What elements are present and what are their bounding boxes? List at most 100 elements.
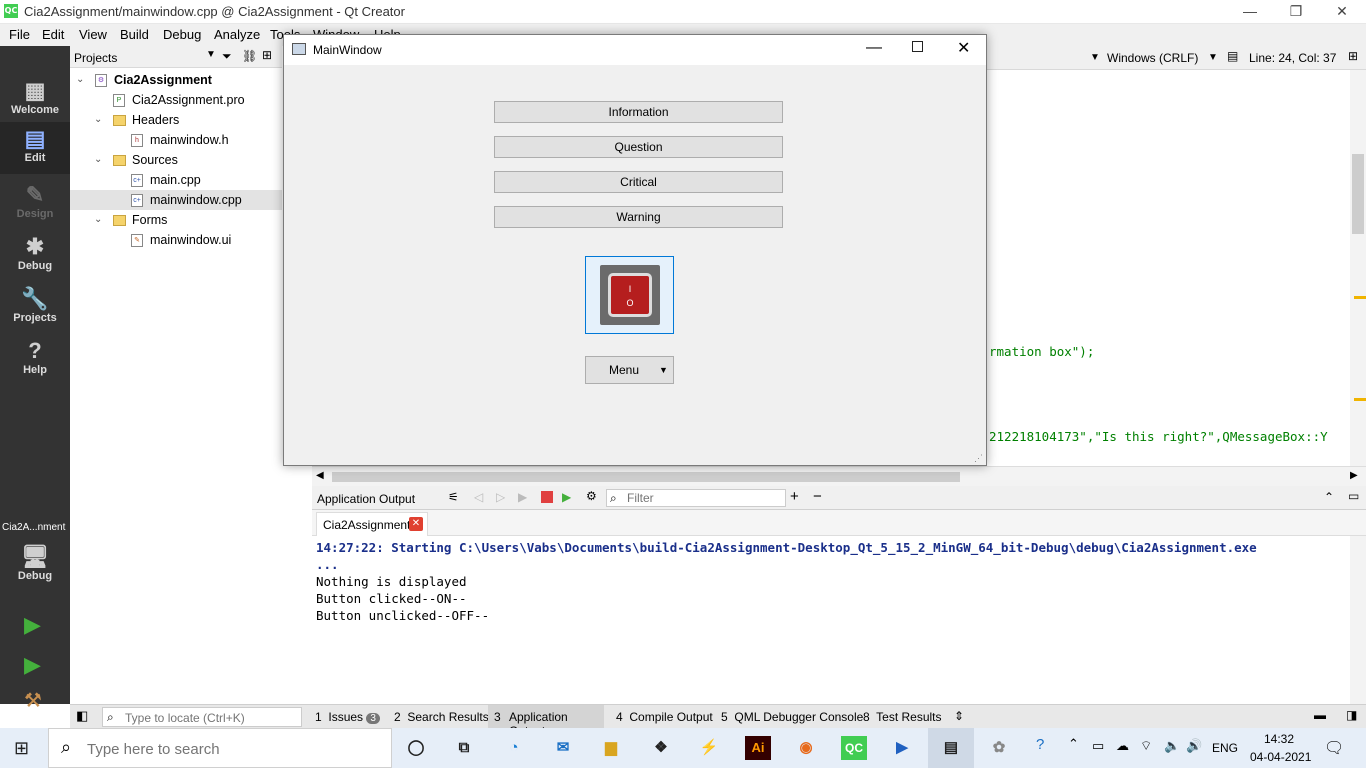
mail-icon[interactable]: ✉ xyxy=(550,736,576,760)
build-hammer-icon[interactable]: ⚒ xyxy=(24,688,42,713)
cortana-icon[interactable]: ◯ xyxy=(403,736,429,760)
chevron-right-icon[interactable]: ▶ xyxy=(1350,470,1358,481)
paint-icon[interactable]: ✿ xyxy=(986,736,1012,760)
projects-pane-title[interactable]: Projects xyxy=(74,51,117,65)
chevron-left-icon[interactable]: ◀ xyxy=(316,470,324,481)
sidebar-toggle-icon[interactable]: ◧ xyxy=(76,708,88,724)
chevron-down-icon[interactable]: ⌄ xyxy=(76,70,84,90)
tree-item-sources[interactable]: ⌄ Sources xyxy=(70,150,282,170)
chevron-updown-icon[interactable]: ⇕ xyxy=(954,709,964,723)
menu-debug[interactable]: Debug xyxy=(163,27,201,42)
dropbox-icon[interactable]: ❖ xyxy=(648,736,674,760)
chevron-down-icon[interactable]: ⌄ xyxy=(94,150,102,170)
notification-icon[interactable]: 🗨 xyxy=(1324,738,1344,758)
tab-compile-output[interactable]: 4 Compile Output xyxy=(616,710,713,724)
chevron-up-icon[interactable]: ⌃ xyxy=(1068,736,1079,752)
locator[interactable]: ⌕ xyxy=(102,707,302,727)
tab-search-results[interactable]: 2 Search Results xyxy=(394,710,489,724)
file-explorer-icon[interactable]: ▆ xyxy=(598,736,624,760)
line-ending-select[interactable]: Windows (CRLF) xyxy=(1107,51,1198,65)
close-icon[interactable]: ✕ xyxy=(1319,0,1365,24)
app-window-icon[interactable]: ▤ xyxy=(938,736,964,760)
progress-toggle-icon[interactable]: ▬ xyxy=(1314,708,1326,722)
tree-item-headers[interactable]: ⌄ Headers xyxy=(70,110,282,130)
tab-application-output[interactable]: 3 Application Output xyxy=(488,705,604,738)
output-scrollbar[interactable] xyxy=(1350,536,1366,704)
windows-start-icon[interactable]: ⊞ xyxy=(14,738,29,759)
split-icon[interactable]: ⊞ xyxy=(262,48,272,62)
editor-vertical-scrollbar[interactable] xyxy=(1350,70,1366,466)
critical-button[interactable]: Critical xyxy=(494,171,783,193)
close-tab-icon[interactable]: ✕ xyxy=(409,517,423,531)
restore-icon[interactable]: ❐ xyxy=(1273,0,1319,24)
edge-browser-icon[interactable]: ◔ xyxy=(501,736,527,760)
split-icon[interactable]: ⊞ xyxy=(1348,49,1358,63)
speaker-volume-icon[interactable]: 🔊 xyxy=(1186,738,1202,754)
tree-item-pro-file[interactable]: P Cia2Assignment.pro xyxy=(70,90,282,110)
tab-qml-debugger-console[interactable]: 5 QML Debugger Console xyxy=(721,710,863,724)
menu-edit[interactable]: Edit xyxy=(42,27,64,42)
tree-item-mainwindow-h[interactable]: h mainwindow.h xyxy=(70,130,282,150)
tree-item-main-cpp[interactable]: c+ main.cpp xyxy=(70,170,282,190)
tree-item-project[interactable]: ⌄ ⚙ Cia2Assignment xyxy=(70,70,282,90)
mode-design[interactable]: ✎ Design xyxy=(0,178,70,230)
zoom-in-icon[interactable]: + xyxy=(790,488,799,505)
tree-item-mainwindow-ui[interactable]: ✎ mainwindow.ui xyxy=(70,230,282,250)
speaker-icon[interactable]: 🔈 xyxy=(1164,738,1180,754)
menu-dropdown-button[interactable]: Menu ▼ xyxy=(585,356,674,384)
information-button[interactable]: Information xyxy=(494,101,783,123)
attach-debugger-icon[interactable]: ▶ xyxy=(562,490,571,504)
menu-analyze[interactable]: Analyze xyxy=(214,27,260,42)
visual-studio-icon[interactable]: ⚡ xyxy=(696,736,722,760)
run-icon[interactable]: ▶ xyxy=(518,490,527,504)
scrollbar-thumb[interactable] xyxy=(1352,154,1364,234)
illustrator-icon[interactable]: Ai xyxy=(745,736,771,760)
editor-horizontal-scrollbar[interactable]: ◀ ▶ xyxy=(312,466,1366,486)
mode-help[interactable]: ? Help xyxy=(0,334,70,386)
task-view-icon[interactable]: ⧉ xyxy=(451,736,477,760)
cloud-icon[interactable]: ☁ xyxy=(1116,738,1129,754)
wifi-icon[interactable]: ⌔ xyxy=(1140,738,1152,754)
menu-view[interactable]: View xyxy=(79,27,107,42)
filter-icon[interactable]: ⏷ xyxy=(222,49,232,64)
maximize-pane-icon[interactable]: ⌃ xyxy=(1324,490,1334,504)
cursor-position[interactable]: Line: 24, Col: 37 xyxy=(1249,51,1336,65)
link-icon[interactable]: ⛓ xyxy=(242,49,257,63)
gear-icon[interactable]: ⚙ xyxy=(586,489,597,503)
zoom-out-icon[interactable]: − xyxy=(813,488,822,505)
output-filter[interactable]: ⌕ xyxy=(606,489,786,507)
kit-selector[interactable]: 🖥 Debug xyxy=(0,540,70,592)
scrollbar-thumb[interactable] xyxy=(332,472,960,482)
chevron-down-icon[interactable]: ⌄ xyxy=(94,210,102,230)
minimize-icon[interactable]: — xyxy=(1227,0,1273,24)
close-pane-icon[interactable]: ▭ xyxy=(1348,489,1359,503)
menu-build[interactable]: Build xyxy=(120,27,149,42)
resize-grip-icon[interactable]: ⋰ xyxy=(974,453,983,464)
chevron-down-icon[interactable]: ▼ xyxy=(1208,52,1218,63)
chevron-right-icon[interactable]: ▷ xyxy=(496,490,505,504)
language-indicator[interactable]: ENG xyxy=(1212,741,1238,755)
question-button[interactable]: Question xyxy=(494,136,783,158)
filter-input[interactable] xyxy=(627,491,777,505)
sidebar-right-toggle-icon[interactable]: ◨ xyxy=(1346,708,1357,722)
tab-cia2assignment[interactable]: Cia2Assignment ✕ xyxy=(316,512,428,536)
locator-input[interactable] xyxy=(125,710,297,725)
chevron-down-icon[interactable]: ▼ xyxy=(1090,52,1100,63)
chevron-down-icon[interactable]: ⌄ xyxy=(94,110,102,130)
reattach-icon[interactable]: ⚟ xyxy=(448,490,459,504)
chevron-down-icon[interactable]: ▼ xyxy=(206,49,216,60)
power-toggle-button[interactable]: I O xyxy=(585,256,674,334)
clock-time[interactable]: 14:32 xyxy=(1264,732,1294,746)
debug-run-icon[interactable]: ▶ xyxy=(24,652,41,678)
menu-file[interactable]: File xyxy=(9,27,30,42)
battery-icon[interactable]: ▭ xyxy=(1092,738,1104,754)
qt-creator-taskbar-icon[interactable]: QC xyxy=(841,736,867,760)
close-icon[interactable]: ✕ xyxy=(957,38,970,58)
tree-item-forms[interactable]: ⌄ Forms xyxy=(70,210,282,230)
mode-edit[interactable]: ▤ Edit xyxy=(0,122,70,174)
warning-button[interactable]: Warning xyxy=(494,206,783,228)
maximize-icon[interactable] xyxy=(912,41,923,52)
stop-icon[interactable] xyxy=(541,491,553,503)
mode-projects[interactable]: 🔧 Projects xyxy=(0,282,70,334)
tab-test-results[interactable]: 8 Test Results xyxy=(863,710,942,724)
